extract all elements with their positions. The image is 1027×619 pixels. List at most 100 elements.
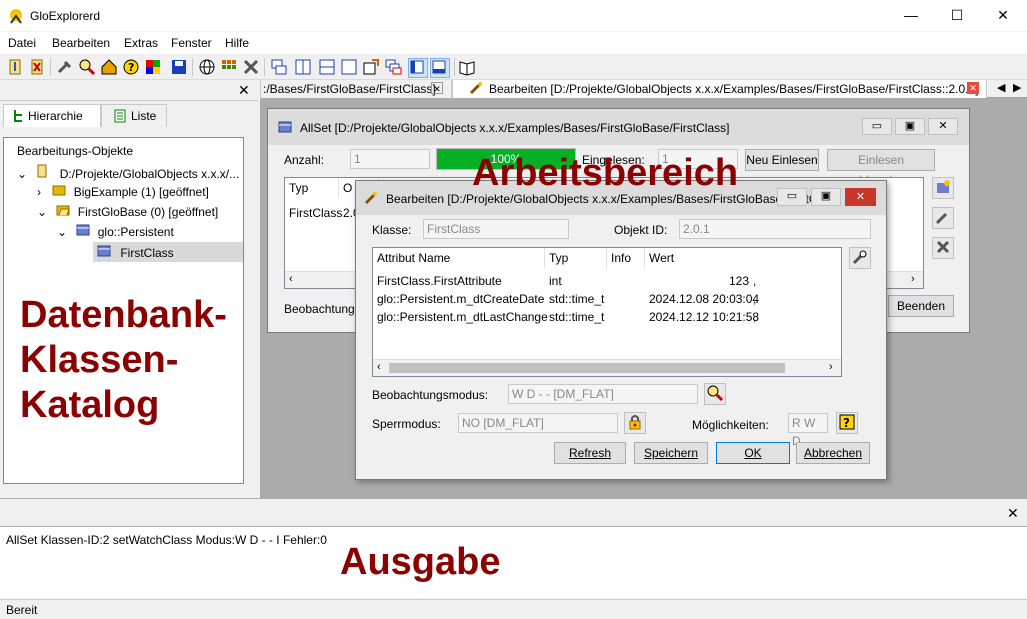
scroll-right-icon[interactable]: › [911, 273, 915, 285]
menu-bearbeiten[interactable]: Bearbeiten [52, 36, 110, 50]
list-icon [114, 109, 126, 126]
maximize-button[interactable]: ☐ [934, 0, 980, 31]
moeglichkeiten-field: R W D [788, 413, 828, 448]
book-icon[interactable] [458, 58, 476, 76]
save-icon[interactable] [170, 58, 188, 76]
edit-window: Bearbeiten [D:/Projekte/GlobalObjects x.… [355, 180, 887, 480]
menu-fenster[interactable]: Fenster [171, 36, 212, 50]
tree-item-firstglobase[interactable]: ⌄ FirstGloBase (0) [geöffnet] [37, 204, 218, 219]
lock-icon[interactable] [624, 412, 646, 434]
doc-tab-close-icon[interactable]: ✕ [431, 82, 443, 94]
minimize-button[interactable]: — [888, 0, 934, 31]
right-pane-icon[interactable] [430, 58, 450, 78]
column-header-attribut-name[interactable]: Attribut Name [373, 248, 545, 268]
scroll-left-icon[interactable]: ‹ [289, 273, 293, 285]
edit-maximize-button[interactable]: ▣ [811, 188, 841, 206]
globe-icon[interactable] [198, 58, 216, 76]
allset-edit-icon[interactable] [932, 207, 954, 229]
tab-hierarchie[interactable]: Hierarchie [3, 104, 101, 127]
objekt-id-label: Objekt ID: [614, 223, 668, 237]
tree-item-persistent[interactable]: ⌄ glo::Persistent [57, 224, 174, 239]
edit-close-button[interactable]: ✕ [845, 188, 876, 206]
klasse-label: Klasse: [372, 223, 412, 237]
speichern-button[interactable]: Speichern [634, 442, 708, 464]
tile-vert-icon[interactable] [294, 58, 312, 76]
anzahl-label: Anzahl: [284, 153, 325, 167]
document-tabs: :/Bases/FirstGloBase/FirstClass] ✕ Bearb… [260, 80, 1027, 98]
grid-icon[interactable] [220, 58, 238, 76]
attribute-lookup-icon[interactable] [849, 247, 871, 269]
column-header-typ[interactable]: Typ [545, 248, 607, 268]
scroll-left-icon[interactable]: ‹ [377, 361, 381, 373]
tools-icon[interactable] [242, 58, 260, 76]
allset-delete-icon[interactable] [932, 237, 954, 259]
expand-icon[interactable]: ⌄ [57, 225, 67, 239]
klasse-field: FirstClass [423, 219, 569, 239]
left-pane-icon[interactable] [408, 58, 428, 78]
find-icon[interactable] [78, 58, 96, 76]
doc-tab-allset[interactable]: :/Bases/FirstGloBase/FirstClass] ✕ [260, 80, 452, 98]
tree-item-bigexample[interactable]: › BigExample (1) [geöffnet] [37, 184, 209, 199]
class-icon [97, 245, 111, 260]
folder-icon [52, 184, 66, 199]
ok-button[interactable]: OK [716, 442, 790, 464]
tab-scroll-right-icon[interactable]: ▶ [1013, 81, 1021, 94]
open-db-icon[interactable] [6, 58, 24, 76]
window-icon[interactable] [340, 58, 358, 76]
tree-item-db[interactable]: ⌄ D:/Projekte/GlobalObjects x.x.x/... [17, 164, 239, 181]
color-icon[interactable] [144, 58, 162, 76]
cascade-icon[interactable] [270, 58, 288, 76]
tree-header: Bearbeitungs-Objekte [17, 144, 134, 158]
collapse-icon[interactable]: › [37, 185, 41, 199]
home-icon[interactable] [100, 58, 118, 76]
neu-einlesen-button[interactable]: Neu Einlesen [745, 149, 819, 171]
annotation-katalog: Datenbank- Klassen- Katalog [20, 294, 227, 426]
left-panel-close-icon[interactable]: ✕ [238, 82, 250, 99]
abbrechen-button[interactable]: Abbrechen [796, 442, 870, 464]
menu-hilfe[interactable]: Hilfe [225, 36, 249, 50]
status-text: Bereit [6, 603, 38, 617]
moeglichkeiten-help-icon[interactable]: ? [836, 412, 858, 434]
class-icon [278, 121, 292, 136]
tile-horz-icon[interactable] [318, 58, 336, 76]
edit-minimize-button[interactable]: ▭ [777, 188, 807, 206]
menu-datei[interactable]: Datei [8, 36, 36, 50]
annotation-arbeitsbereich: Arbeitsbereich [472, 152, 739, 194]
close-db-icon[interactable] [28, 58, 46, 76]
tree-item-firstclass[interactable]: FirstClass [93, 242, 243, 262]
allset-new-icon[interactable] [932, 177, 954, 199]
scroll-right-icon[interactable]: › [829, 361, 833, 373]
beenden-button[interactable]: Beenden [888, 295, 954, 317]
windows-icon[interactable] [384, 58, 402, 76]
tab-scroll-left-icon[interactable]: ◀ [997, 81, 1005, 94]
hierarchy-icon [12, 109, 24, 126]
einlesen-abbrechen-button[interactable]: Einlesen abbrechen [827, 149, 935, 187]
expand-icon[interactable]: ⌄ [17, 167, 27, 181]
refresh-button[interactable]: Refresh [554, 442, 626, 464]
beobachtung-search-icon[interactable] [704, 383, 726, 405]
svg-text:?: ? [128, 61, 134, 74]
status-bar: Bereit [0, 599, 1027, 619]
class-tree[interactable]: Bearbeitungs-Objekte ⌄ D:/Projekte/Globa… [3, 137, 244, 484]
menu-extras[interactable]: Extras [124, 36, 158, 50]
expand-icon[interactable]: ⌄ [37, 205, 47, 219]
column-header-wert[interactable]: Wert [645, 248, 841, 268]
allset-maximize-button[interactable]: ▣ [895, 118, 925, 135]
list-item[interactable]: FirstClass [289, 206, 342, 220]
close-button[interactable]: ✕ [980, 0, 1026, 31]
scroll-thumb[interactable] [389, 363, 785, 373]
column-header-info[interactable]: Info [607, 248, 645, 268]
tab-liste[interactable]: Liste [101, 104, 167, 127]
attribute-list[interactable]: Attribut Name Typ Info Wert FirstClass.F… [372, 247, 842, 377]
doc-tab-close-icon[interactable]: ✕ [967, 82, 979, 94]
help-icon[interactable]: ? [122, 58, 140, 76]
new-window-icon[interactable] [362, 58, 380, 76]
allset-close-button[interactable]: ✕ [928, 118, 958, 135]
allset-minimize-button[interactable]: ▭ [862, 118, 892, 135]
attribute-scrollbar[interactable]: ‹ › [373, 359, 841, 376]
column-header-typ[interactable]: Typ [285, 178, 339, 198]
doc-tab-bearbeiten[interactable]: Bearbeiten [D:/Projekte/GlobalObjects x.… [452, 80, 987, 98]
tool-icon[interactable] [56, 58, 74, 76]
toolbar: ? [0, 54, 1027, 80]
output-close-icon[interactable]: ✕ [1007, 505, 1019, 522]
